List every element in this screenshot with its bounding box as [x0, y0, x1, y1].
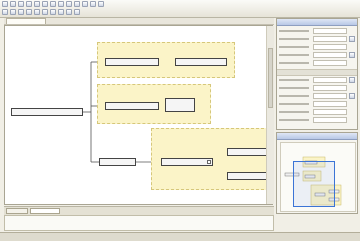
property-value[interactable]: [313, 44, 347, 50]
find-icon[interactable]: [66, 1, 72, 7]
new-icon[interactable]: [2, 1, 8, 7]
leaf-node-4[interactable]: [227, 172, 271, 180]
attribute-icon[interactable]: [18, 9, 24, 15]
zoom-icon[interactable]: [74, 1, 80, 7]
panel-title: [277, 19, 357, 26]
property-label: [279, 103, 309, 105]
property-value[interactable]: [313, 77, 347, 83]
property-label: [279, 95, 309, 97]
property-label: [279, 38, 309, 40]
property-section-header[interactable]: [277, 69, 357, 76]
property-row[interactable]: [279, 77, 356, 83]
properties-panel: [276, 18, 358, 130]
document-tab[interactable]: [6, 18, 46, 24]
property-row[interactable]: [279, 117, 356, 123]
redo-icon[interactable]: [58, 1, 64, 7]
property-row[interactable]: [279, 93, 356, 99]
toolbar-row-main: [2, 1, 104, 8]
element-icon[interactable]: [10, 9, 16, 15]
property-label: [279, 87, 309, 89]
property-value[interactable]: [313, 52, 347, 58]
overview-viewport-frame[interactable]: [293, 161, 335, 207]
view-tabs: [4, 206, 274, 215]
open-icon[interactable]: [10, 1, 16, 7]
property-label: [279, 79, 309, 81]
toolbar: [0, 0, 360, 18]
canvas-vertical-scrollbar[interactable]: [266, 26, 274, 204]
property-value[interactable]: [313, 109, 347, 115]
property-row[interactable]: [279, 36, 356, 42]
paste-icon[interactable]: [42, 1, 48, 7]
property-value[interactable]: [313, 101, 347, 107]
group-1-node[interactable]: [105, 58, 159, 66]
tab-text-view[interactable]: [6, 208, 28, 214]
property-value[interactable]: [313, 36, 347, 42]
property-label: [279, 111, 309, 113]
schema-diagram-canvas[interactable]: [4, 25, 273, 205]
save-icon[interactable]: [18, 1, 24, 7]
overview-map[interactable]: [280, 142, 356, 212]
group-3-node[interactable]: [161, 158, 213, 166]
leaf-node-3[interactable]: [227, 148, 271, 156]
annotation-icon[interactable]: [74, 9, 80, 15]
expand-icon[interactable]: [207, 160, 211, 164]
cut-icon[interactable]: [26, 1, 32, 7]
leaf-node-2[interactable]: [165, 98, 195, 112]
property-value[interactable]: [313, 85, 347, 91]
property-edit-button[interactable]: [349, 36, 355, 42]
property-row[interactable]: [279, 44, 356, 50]
property-edit-button[interactable]: [349, 93, 355, 99]
copy-icon[interactable]: [34, 1, 40, 7]
property-label: [279, 30, 309, 32]
property-value[interactable]: [313, 117, 347, 123]
panel-title: [277, 133, 357, 140]
sequence-icon[interactable]: [26, 9, 32, 15]
property-value[interactable]: [313, 28, 347, 34]
property-row[interactable]: [279, 52, 356, 58]
property-edit-button[interactable]: [349, 52, 355, 58]
property-value[interactable]: [313, 60, 347, 66]
tab-schema-view[interactable]: [30, 208, 60, 214]
extension-icon[interactable]: [66, 9, 72, 15]
property-row[interactable]: [279, 60, 356, 66]
choice-node[interactable]: [99, 158, 136, 166]
property-label: [279, 54, 309, 56]
help-icon[interactable]: [98, 1, 104, 7]
overview-panel: [276, 132, 358, 214]
schema-icon[interactable]: [2, 9, 8, 15]
root-element-node[interactable]: [11, 108, 83, 116]
output-pane: [4, 215, 274, 231]
leaf-node-1[interactable]: [175, 58, 227, 66]
group-icon[interactable]: [42, 9, 48, 15]
property-row[interactable]: [279, 109, 356, 115]
property-edit-button[interactable]: [349, 77, 355, 83]
toolbar-row-insert: [2, 9, 80, 16]
settings-icon[interactable]: [90, 1, 96, 7]
scrollbar-thumb[interactable]: [268, 48, 273, 108]
property-label: [279, 46, 309, 48]
property-row[interactable]: [279, 85, 356, 91]
simple-type-icon[interactable]: [58, 9, 64, 15]
property-label: [279, 119, 309, 121]
property-row[interactable]: [279, 28, 356, 34]
validate-icon[interactable]: [82, 1, 88, 7]
property-value[interactable]: [313, 93, 347, 99]
property-row[interactable]: [279, 101, 356, 107]
complex-type-icon[interactable]: [50, 9, 56, 15]
property-label: [279, 62, 309, 64]
group-2-node[interactable]: [105, 102, 159, 110]
choice-icon[interactable]: [34, 9, 40, 15]
undo-icon[interactable]: [50, 1, 56, 7]
document-tab-strip: [4, 18, 274, 25]
